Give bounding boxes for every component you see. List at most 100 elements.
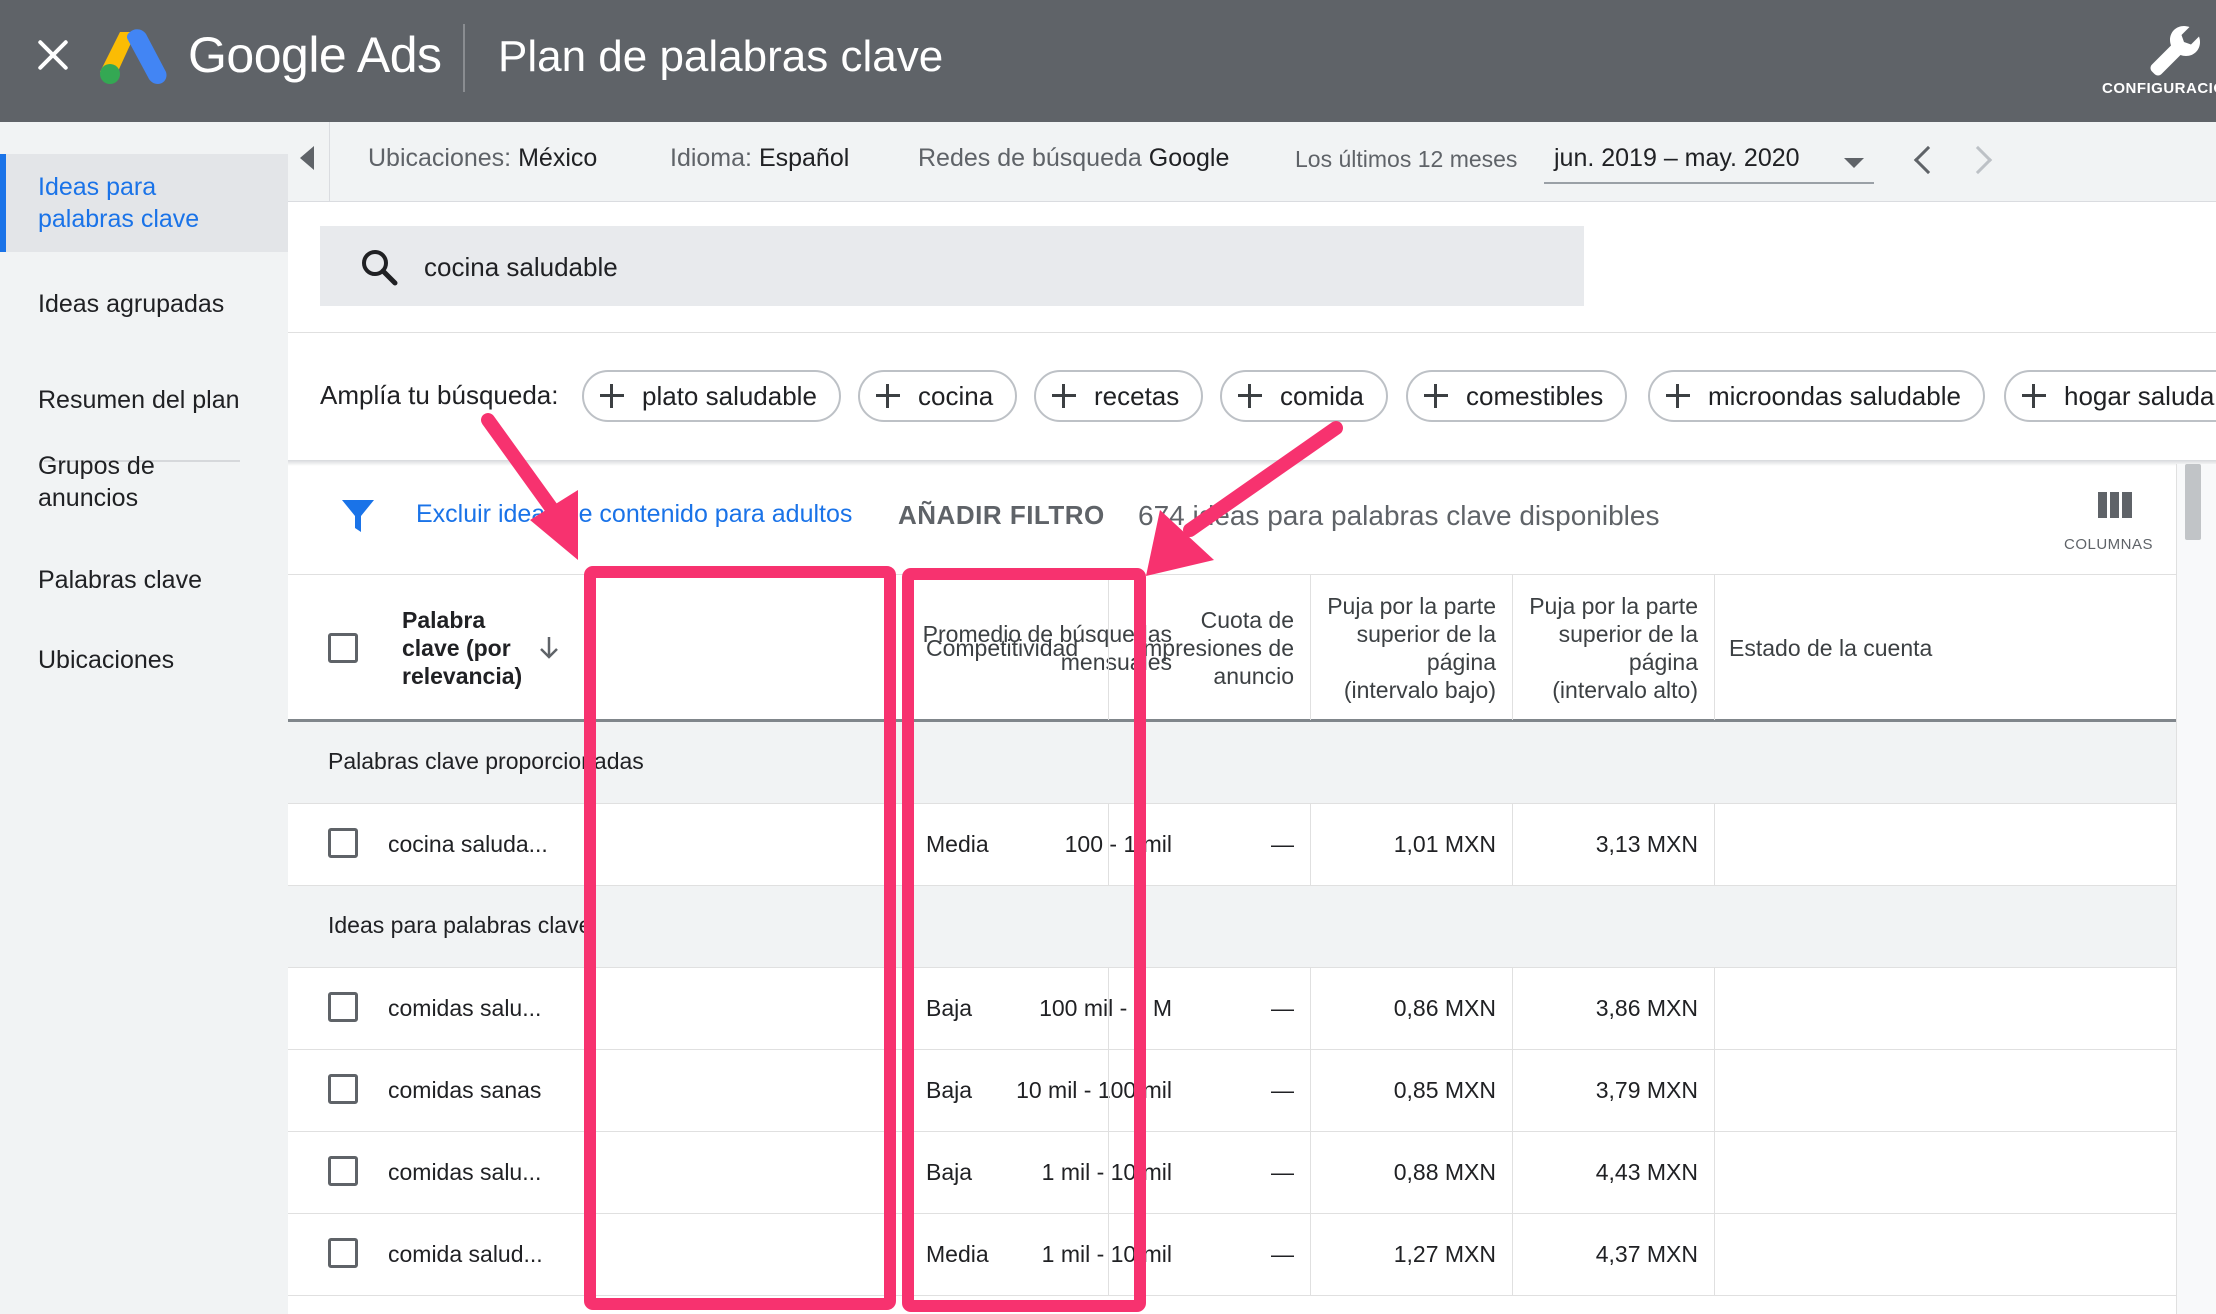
chip-microondas-saludable[interactable]: microondas saludable <box>1648 370 1985 422</box>
page-title: Plan de palabras clave <box>498 32 944 81</box>
sidebar-item-resumen[interactable]: Resumen del plan <box>0 384 288 416</box>
cell-bid-low: 1,27 MXN <box>1393 1241 1496 1267</box>
cell-impression-share: — <box>1271 1077 1294 1103</box>
sidebar-item-label: Resumen del plan <box>38 386 240 414</box>
date-range-select[interactable]: jun. 2019 – may. 2020 <box>1544 140 1874 184</box>
chevron-right-icon[interactable] <box>1963 145 1993 175</box>
header-bid-high[interactable]: Puja por la parte superior de la página … <box>1513 575 1714 720</box>
chevron-left-icon[interactable] <box>1913 145 1943 175</box>
settings-label: CONFIGURACIÓN <box>2102 80 2216 97</box>
collapse-left-icon[interactable] <box>288 122 330 202</box>
cell-bid-high: 3,13 MXN <box>1595 831 1698 857</box>
cell-impression-share: — <box>1271 1241 1294 1267</box>
chevron-down-icon[interactable] <box>1844 158 1864 168</box>
column-divider <box>1714 1132 1715 1213</box>
chip-label: recetas <box>1094 381 1180 411</box>
close-icon[interactable] <box>36 38 70 72</box>
sidebar: Ideas para palabras clave Ideas agrupada… <box>0 122 288 1314</box>
cell-competition: Media <box>926 1241 989 1267</box>
language-filter[interactable]: Idioma: Español <box>670 144 849 173</box>
divider <box>288 460 2216 466</box>
cell-keyword[interactable]: comidas salu... <box>374 968 594 1049</box>
chip-comestibles[interactable]: comestibles <box>1406 370 1628 422</box>
sidebar-item-palabras-clave[interactable]: Palabras clave <box>0 564 288 596</box>
columns-label: COLUMNAS <box>2064 536 2154 553</box>
plus-icon <box>1666 384 1690 408</box>
cell-bid-high: 3,86 MXN <box>1595 995 1698 1021</box>
header-label: Puja por la parte superior de la página … <box>1327 592 1496 703</box>
header-competition[interactable]: Competitividad <box>912 575 1108 720</box>
column-divider <box>1714 1050 1715 1131</box>
sidebar-item-ideas-agrupadas[interactable]: Ideas agrupadas <box>0 288 288 320</box>
period-label: Los últimos 12 meses <box>1295 146 1517 173</box>
chip-cocina[interactable]: cocina <box>858 370 1018 422</box>
search-input[interactable]: cocina saludable <box>320 226 1584 306</box>
location-value: México <box>518 144 598 172</box>
chip-hogar-saludable[interactable]: hogar saludable <box>2004 370 2216 422</box>
header-account-status[interactable]: Estado de la cuenta <box>1715 575 2115 720</box>
row-checkbox[interactable] <box>328 1238 358 1268</box>
column-divider <box>1714 968 1715 1049</box>
chip-label: cocina <box>918 381 994 411</box>
period-label-text: Los últimos 12 meses <box>1295 146 1518 172</box>
vertical-scrollbar[interactable] <box>2176 464 2216 1314</box>
header-keyword[interactable]: Palabra clave (por relevancia) <box>388 575 548 720</box>
sort-down-icon[interactable] <box>536 635 562 661</box>
chip-recetas[interactable]: recetas <box>1034 370 1204 422</box>
row-checkbox[interactable] <box>328 992 358 1022</box>
cell-impression-share: — <box>1271 995 1294 1021</box>
columns-button[interactable]: COLUMNAS <box>2064 488 2174 558</box>
cell-keyword[interactable]: comida salud... <box>374 1214 594 1295</box>
search-query: cocina saludable <box>424 252 618 282</box>
header-impression-share[interactable]: Cuota de impresiones de anuncio <box>1109 575 1310 720</box>
expand-label: Amplía tu búsqueda: <box>320 380 559 410</box>
cell-competition: Baja <box>926 995 973 1021</box>
section-title: Ideas para palabras clave <box>328 912 592 938</box>
filter-bar: Ubicaciones: México Idioma: Español Rede… <box>288 122 2216 202</box>
cell-competition: Baja <box>926 1077 973 1103</box>
header-label: Estado de la cuenta <box>1729 634 1933 661</box>
language-label: Idioma: <box>670 144 752 172</box>
sidebar-item-ubicaciones[interactable]: Ubicaciones <box>0 644 288 676</box>
row-checkbox[interactable] <box>328 828 358 858</box>
sidebar-item-ideas-palabras[interactable]: Ideas para palabras clave <box>0 154 288 252</box>
location-filter[interactable]: Ubicaciones: México <box>368 144 597 173</box>
cell-impression-share: — <box>1271 831 1294 857</box>
cell-bid-low: 1,01 MXN <box>1393 831 1496 857</box>
row-checkbox[interactable] <box>328 1074 358 1104</box>
plus-icon <box>600 384 624 408</box>
plus-icon <box>2022 384 2046 408</box>
chip-label: hogar saludable <box>2064 381 2216 411</box>
network-filter[interactable]: Redes de búsqueda Google <box>918 144 1229 173</box>
cell-keyword[interactable]: cocina saluda... <box>374 804 594 885</box>
cell-bid-low: 0,88 MXN <box>1393 1159 1496 1185</box>
divider <box>288 332 2216 333</box>
header-label: Cuota de impresiones de anuncio <box>1138 606 1294 689</box>
header-bid-low[interactable]: Puja por la parte superior de la página … <box>1311 575 1512 720</box>
cell-keyword[interactable]: comidas sanas <box>374 1050 594 1131</box>
chip-comida[interactable]: comida <box>1220 370 1388 422</box>
select-all-checkbox[interactable] <box>328 633 358 663</box>
table-row[interactable]: comidas sanas 10 mil - 100 mil Baja — 0,… <box>288 1050 2176 1132</box>
table-row[interactable]: comida salud... 1 mil - 10 mil Media — 1… <box>288 1214 2176 1296</box>
cell-keyword[interactable]: comidas salu... <box>374 1132 594 1213</box>
exclude-adult-link[interactable]: Excluir ideas de contenido para adultos <box>416 500 852 529</box>
chip-plato-saludable[interactable]: plato saludable <box>582 370 841 422</box>
table-row[interactable]: comidas salu... 1 mil - 10 mil Baja — 0,… <box>288 1132 2176 1214</box>
column-divider <box>1714 1214 1715 1295</box>
google-ads-logo-icon <box>100 29 167 84</box>
plus-icon <box>1052 384 1076 408</box>
row-checkbox[interactable] <box>328 1156 358 1186</box>
settings-button[interactable]: CONFIGURACIÓN <box>2098 18 2216 108</box>
table-row[interactable]: cocina saluda... 100 - 1 mil Media — 1,0… <box>288 804 2176 886</box>
scrollbar-thumb[interactable] <box>2185 464 2201 540</box>
date-range-value: jun. 2019 – may. 2020 <box>1554 144 1800 172</box>
section-row: Palabras clave proporcionadas <box>288 722 2176 804</box>
add-filter-button[interactable]: AÑADIR FILTRO <box>898 500 1105 531</box>
header-label: Competitividad <box>926 634 1079 661</box>
sidebar-item-grupos[interactable]: Grupos de anuncios <box>0 450 288 514</box>
column-divider <box>1714 804 1715 885</box>
top-bar: Google Ads Plan de palabras clave CONFIG… <box>0 0 2216 122</box>
filter-icon[interactable] <box>342 500 374 534</box>
table-row[interactable]: comidas salu... 100 mil - 1 M Baja — 0,8… <box>288 968 2176 1050</box>
